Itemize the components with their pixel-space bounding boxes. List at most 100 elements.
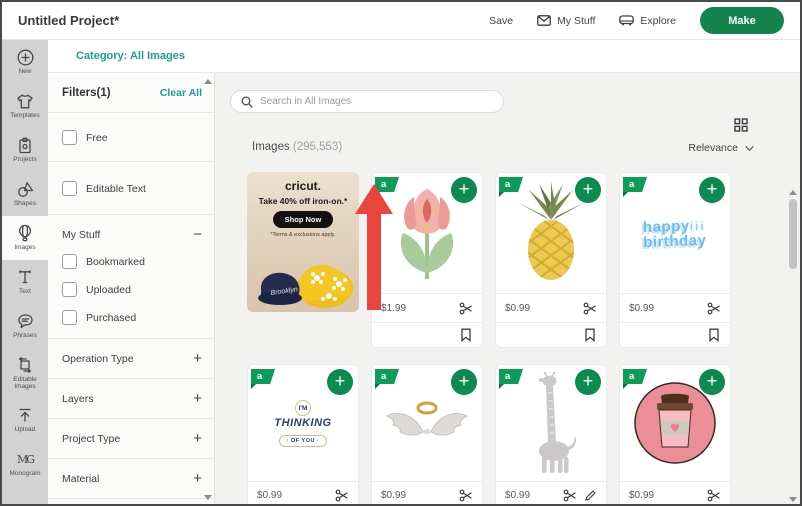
add-image-button[interactable]: +	[451, 369, 477, 395]
sidebar-item-monogram[interactable]: MG Monogram	[2, 442, 48, 486]
sidebar-item-templates[interactable]: Templates	[2, 84, 48, 128]
filters-scrollbar[interactable]	[204, 79, 212, 500]
expand-plus-icon[interactable]: +	[193, 354, 202, 364]
bookmarked-checkbox[interactable]	[62, 254, 77, 269]
image-card-tulip[interactable]: a +	[371, 172, 483, 348]
bookmark-icon[interactable]	[708, 328, 720, 342]
access-badge-fold	[375, 384, 380, 389]
clear-all-link[interactable]: Clear All	[160, 87, 202, 99]
image-card-giraffe[interactable]: a +	[495, 364, 607, 504]
sort-dropdown[interactable]: Relevance	[688, 142, 751, 154]
image-price: $0.99	[505, 490, 530, 501]
scissors-icon[interactable]	[563, 489, 577, 502]
sidebar-item-upload[interactable]: Upload	[2, 398, 48, 442]
purchased-checkbox[interactable]	[62, 310, 77, 325]
scroll-up-arrow[interactable]	[789, 190, 797, 195]
expand-plus-icon[interactable]: +	[193, 474, 202, 484]
scissors-icon[interactable]	[459, 489, 473, 502]
access-badge-fold	[623, 192, 628, 197]
sidebar-item-label: Images	[14, 244, 35, 251]
search-bar[interactable]	[230, 90, 504, 113]
image-card-coffee-cup[interactable]: a + $0.99	[619, 364, 731, 504]
price-row: $0.99	[496, 481, 606, 504]
upload-icon	[17, 406, 33, 424]
image-card-pineapple[interactable]: a +	[495, 172, 607, 348]
monogram-icon: MG	[17, 450, 33, 468]
sidebar-item-label: Editable Images	[2, 376, 48, 391]
sidebar-item-images[interactable]: Images	[2, 216, 48, 260]
collapse-minus-icon[interactable]: −	[193, 230, 202, 240]
add-image-button[interactable]: +	[575, 369, 601, 395]
expand-plus-icon[interactable]: +	[193, 434, 202, 444]
sidebar-item-label: Phrases	[13, 332, 37, 339]
pencil-icon[interactable]	[584, 489, 597, 502]
image-card-thinking-of-you[interactable]: a + I'M THINKING · OF YOU · $0.99	[247, 364, 359, 504]
filter-section-operation-type[interactable]: Operation Type +	[48, 339, 214, 379]
filter-section-material[interactable]: Material +	[48, 459, 214, 499]
access-badge-fold	[375, 192, 380, 197]
scissors-icon[interactable]	[335, 489, 349, 502]
filter-group-free: Free	[48, 113, 214, 162]
grid-view-icon[interactable]	[734, 118, 748, 132]
promo-ad-card[interactable]: cricut. Take 40% off iron-on.* Shop Now …	[247, 172, 359, 312]
filters-panel: Filters(1) Clear All Free Editable Text …	[48, 73, 215, 504]
filter-free[interactable]: Free	[62, 130, 202, 145]
shop-now-button[interactable]: Shop Now	[273, 211, 334, 228]
clipboard-icon	[17, 136, 33, 154]
access-badge-fold	[251, 384, 256, 389]
bookmark-row	[372, 322, 482, 346]
filter-section-project-type[interactable]: Project Type +	[48, 419, 214, 459]
filter-group-my-stuff: My Stuff − Bookmarked Uploaded Purchased	[48, 215, 214, 339]
filters-header: Filters(1) Clear All	[48, 73, 214, 113]
scissors-icon[interactable]	[707, 302, 721, 315]
image-card-angel-wings[interactable]: a + $0.99	[371, 364, 483, 504]
filter-uploaded[interactable]: Uploaded	[62, 282, 202, 297]
promo-terms: *Terms & exclusions apply.	[247, 232, 359, 238]
scroll-up-arrow[interactable]	[204, 79, 212, 84]
sidebar-item-projects[interactable]: Projects	[2, 128, 48, 172]
filter-editable-text[interactable]: Editable Text	[62, 181, 202, 196]
sidebar-item-shapes[interactable]: Shapes	[2, 172, 48, 216]
uploaded-checkbox[interactable]	[62, 282, 77, 297]
scrollbar-thumb[interactable]	[789, 199, 797, 269]
filter-purchased[interactable]: Purchased	[62, 310, 202, 325]
scissors-icon[interactable]	[583, 302, 597, 315]
add-image-button[interactable]: +	[699, 177, 725, 203]
bookmark-icon[interactable]	[584, 328, 596, 342]
image-card-happy-birthday[interactable]: a + happyiii birthday $0.99	[619, 172, 731, 348]
tshirt-icon	[16, 92, 34, 110]
my-stuff-button[interactable]: My Stuff	[537, 15, 595, 27]
sidebar-item-label: Text	[19, 288, 31, 295]
filter-bookmarked[interactable]: Bookmarked	[62, 254, 202, 269]
add-image-button[interactable]: +	[575, 177, 601, 203]
scissors-icon[interactable]	[459, 302, 473, 315]
search-input[interactable]	[260, 96, 495, 107]
bookmark-icon[interactable]	[460, 328, 472, 342]
sidebar-item-phrases[interactable]: Phrases	[2, 304, 48, 348]
cricut-logo: cricut.	[247, 179, 359, 193]
add-image-button[interactable]: +	[327, 369, 353, 395]
scroll-down-arrow[interactable]	[204, 495, 212, 500]
scroll-down-arrow[interactable]	[789, 497, 797, 502]
add-image-button[interactable]: +	[451, 177, 477, 203]
cricut-design-space-window: Untitled Project* Save My Stuff Explore …	[0, 0, 802, 506]
free-checkbox[interactable]	[62, 130, 77, 145]
make-button[interactable]: Make	[700, 7, 784, 34]
results-scrollbar[interactable]	[788, 190, 797, 502]
price-row: $0.99	[496, 293, 606, 322]
promo-headline: Take 40% off iron-on.*	[247, 196, 359, 206]
scissors-icon[interactable]	[707, 489, 721, 502]
vehicle-icon	[619, 15, 634, 26]
editable-text-checkbox[interactable]	[62, 181, 77, 196]
text-icon	[17, 268, 33, 286]
save-button[interactable]: Save	[489, 15, 513, 27]
category-all-images-link[interactable]: Category: All Images	[76, 50, 185, 62]
explore-button[interactable]: Explore	[619, 15, 676, 27]
my-stuff-section-header[interactable]: My Stuff −	[62, 229, 202, 241]
filter-section-layers[interactable]: Layers +	[48, 379, 214, 419]
expand-plus-icon[interactable]: +	[193, 394, 202, 404]
add-image-button[interactable]: +	[699, 369, 725, 395]
sidebar-item-text[interactable]: Text	[2, 260, 48, 304]
sidebar-item-editable-images[interactable]: Editable Images	[2, 348, 48, 398]
sidebar-item-new[interactable]: New	[2, 40, 48, 84]
